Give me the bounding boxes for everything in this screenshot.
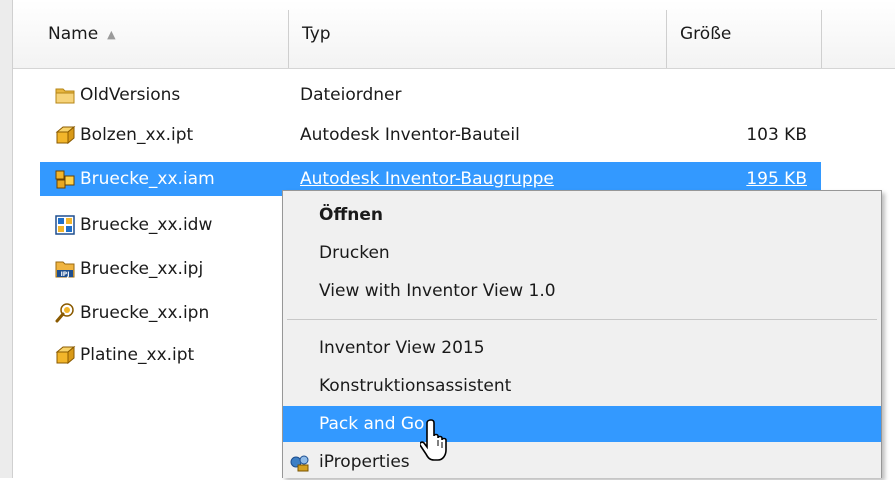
column-header-bar: Name ▲ Typ Größe: [0, 0, 895, 69]
inventor-part-icon: [52, 118, 78, 152]
column-header-type-label: Typ: [302, 24, 331, 44]
menu-item-oeffnen[interactable]: Öffnen: [283, 197, 881, 233]
menu-item-label: Konstruktionsassistent: [319, 376, 512, 396]
file-name: Bruecke_xx.iam: [80, 169, 215, 189]
menu-item-view-with-inventor-view[interactable]: View with Inventor View 1.0: [283, 273, 881, 309]
file-row-bolzen[interactable]: Bolzen_xx.ipt Autodesk Inventor-Bauteil …: [40, 118, 821, 152]
file-type: Dateiordner: [300, 85, 402, 105]
hand-cursor-icon: [419, 418, 454, 464]
column-header-name-label: Name: [48, 24, 99, 44]
inventor-project-icon: IPJ: [52, 252, 78, 286]
menu-item-drucken[interactable]: Drucken: [283, 235, 881, 271]
menu-item-iproperties[interactable]: iProperties: [283, 444, 881, 480]
file-type: Autodesk Inventor-Bauteil: [300, 125, 520, 145]
sort-ascending-icon: ▲: [107, 27, 116, 41]
iproperties-icon: [289, 451, 311, 473]
svg-text:IPJ: IPJ: [61, 271, 70, 278]
column-header-size[interactable]: Größe: [666, 0, 821, 68]
column-header-size-label: Größe: [680, 24, 732, 44]
menu-item-label: Öffnen: [319, 205, 383, 225]
inventor-drawing-icon: [52, 208, 78, 242]
file-name: Bruecke_xx.ipn: [80, 303, 210, 323]
file-name: OldVersions: [80, 85, 181, 105]
context-menu: Öffnen Drucken View with Inventor View 1…: [282, 190, 882, 478]
menu-item-pack-and-go[interactable]: Pack and Go: [283, 406, 881, 442]
column-header-name[interactable]: Name ▲: [34, 0, 288, 68]
file-name: Bolzen_xx.ipt: [80, 125, 194, 145]
inventor-presentation-icon: [52, 296, 78, 330]
menu-item-label: View with Inventor View 1.0: [319, 281, 556, 301]
file-name: Bruecke_xx.idw: [80, 215, 213, 235]
menu-item-label: Inventor View 2015: [319, 338, 485, 358]
menu-item-konstruktionsassistent[interactable]: Konstruktionsassistent: [283, 368, 881, 404]
file-row-oldversions[interactable]: OldVersions Dateiordner: [40, 78, 821, 112]
menu-item-label: Pack and Go: [319, 414, 425, 434]
column-header-empty: [821, 0, 895, 68]
file-name: Bruecke_xx.ipj: [80, 259, 204, 279]
menu-item-label: iProperties: [319, 452, 410, 472]
inventor-assembly-icon: [52, 162, 78, 196]
navigation-pane-edge: [0, 0, 13, 478]
menu-item-label: Drucken: [319, 243, 390, 263]
menu-separator: [287, 319, 877, 320]
file-size: 103 KB: [746, 125, 807, 145]
inventor-part-icon: [52, 338, 78, 372]
menu-item-inventor-view-2015[interactable]: Inventor View 2015: [283, 330, 881, 366]
folder-icon: [52, 78, 78, 112]
column-header-type[interactable]: Typ: [288, 0, 666, 68]
file-name: Platine_xx.ipt: [80, 345, 195, 365]
